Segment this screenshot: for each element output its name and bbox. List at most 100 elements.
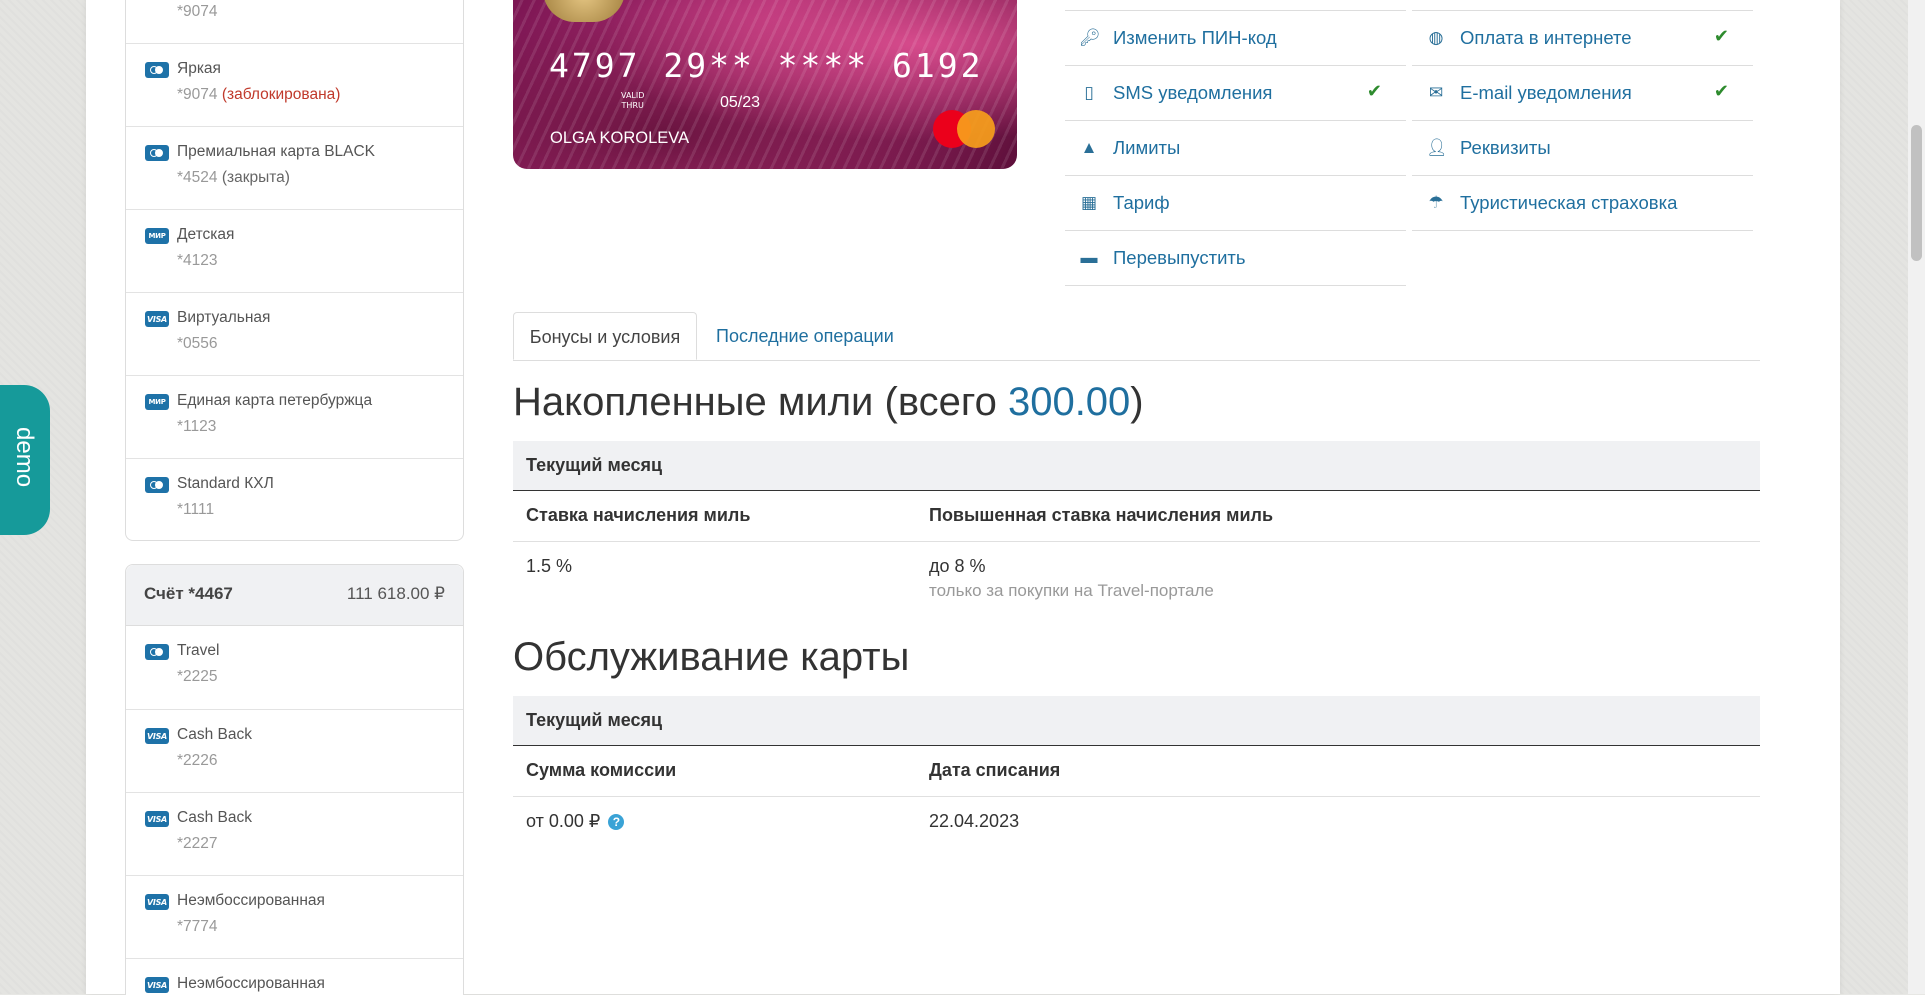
card-number: *4123 — [177, 252, 218, 269]
card-number: *0556 — [177, 335, 218, 352]
account-title: Счёт *4467 — [144, 584, 233, 603]
card-item[interactable]: Премиальная карта BLACK *4524 (закрыта) — [126, 126, 463, 209]
chip-icon — [543, 0, 625, 22]
user-icon: 👤︎ — [1426, 138, 1448, 157]
card-expiry: 05/23 — [720, 94, 761, 111]
mir-icon: МИР — [145, 394, 169, 410]
action-label: Туристическая страховка — [1460, 192, 1678, 213]
card-icon: ▬ — [1080, 248, 1098, 267]
status-badge: (заблокирована) — [221, 86, 341, 103]
miles-increased-rate: до 8 % — [929, 556, 986, 576]
column-header: Дата списания — [929, 760, 1061, 780]
action-label: Оплата в интернете — [1460, 27, 1632, 48]
charge-date: 22.04.2023 — [929, 811, 1020, 831]
card-item[interactable]: VISA Неэмбоссированная *7774 — [126, 875, 463, 958]
calculator-icon: ▦ — [1080, 193, 1098, 212]
card-number: *2226 — [177, 752, 218, 769]
card-name: Единая карта петербуржца — [177, 392, 373, 409]
globe-icon: ◍ — [1428, 28, 1444, 47]
action-sms-notifications[interactable]: ▯ SMS уведомления ✔ — [1065, 66, 1406, 121]
card-name: Cash Back — [177, 809, 252, 826]
card-item[interactable]: VISA Cash Back *2226 — [126, 709, 463, 792]
demo-tab[interactable]: demo — [0, 385, 50, 535]
scrollbar[interactable] — [1908, 0, 1925, 994]
mastercard-icon — [145, 62, 169, 78]
card-name: Детская — [177, 226, 235, 243]
action-label: E-mail уведомления — [1460, 82, 1632, 103]
card-name: Неэмбоссированная — [177, 975, 325, 992]
tab-bonuses[interactable]: Бонусы и условия — [513, 312, 697, 360]
card-name: Travel — [177, 642, 220, 659]
action-requisites[interactable]: 👤︎ Реквизиты — [1412, 121, 1753, 176]
card-item[interactable]: Standard КХЛ *1111 — [126, 458, 463, 541]
visa-icon: VISA — [145, 894, 169, 910]
column-header: Повышенная ставка начисления миль — [929, 505, 1274, 525]
check-icon: ✔ — [1366, 81, 1382, 101]
column-header: Сумма комиссии — [526, 760, 677, 780]
tabs: Бонусы и условия Последние операции — [513, 312, 1760, 361]
mastercard-icon — [145, 145, 169, 161]
card-name: Неэмбоссированная — [177, 892, 325, 909]
card-item[interactable]: МИР Детская *4123 — [126, 209, 463, 292]
table-row: Сумма комиссии Дата списания — [513, 746, 1760, 797]
action-label: Перевыпустить — [1113, 247, 1246, 268]
card-number: *2225 — [177, 668, 218, 685]
card-image: 4797 29** **** 6192 VALID THRU 05/23 OLG… — [513, 0, 1017, 169]
card-holder: OLGA KOROLEVA — [550, 129, 690, 147]
envelope-icon: ✉ — [1428, 83, 1444, 102]
service-table: Текущий месяц Сумма комиссии Дата списан… — [513, 696, 1760, 847]
miles-heading: Накопленные мили (всего 300.00) — [513, 380, 1144, 424]
account-header[interactable]: Счёт *4467 111 618.00 ₽ — [126, 565, 463, 626]
action-tariff[interactable]: ▦ Тариф — [1065, 176, 1406, 231]
card-name: Виртуальная — [177, 309, 271, 326]
miles-rate-note: только за покупки на Travel-портале — [929, 581, 1214, 600]
action-label: Тариф — [1113, 192, 1170, 213]
card-name: Премиальная карта BLACK — [177, 143, 376, 160]
card-number: *4524 (закрыта) — [177, 169, 290, 186]
visa-icon: VISA — [145, 311, 169, 327]
scrollbar-thumb[interactable] — [1911, 125, 1922, 261]
table-row: 1.5 % до 8 % только за покупки на Travel… — [513, 542, 1760, 606]
action-label: Изменить ПИН-код — [1113, 27, 1277, 48]
card-number: *7774 — [177, 918, 218, 935]
miles-total: 300.00 — [1007, 380, 1131, 424]
check-icon: ✔ — [1713, 26, 1729, 46]
action-label: SMS уведомления — [1113, 82, 1273, 103]
tab-recent-operations[interactable]: Последние операции — [716, 312, 894, 360]
card-number: *9074 — [177, 3, 218, 20]
mir-icon: МИР — [145, 228, 169, 244]
service-heading: Обслуживание карты — [513, 635, 910, 679]
action-travel-insurance[interactable]: ☂ Туристическая страховка — [1412, 176, 1753, 231]
miles-table: Текущий месяц Ставка начисления миль Пов… — [513, 441, 1760, 606]
key-icon: 🔑︎ — [1079, 28, 1101, 47]
umbrella-icon: ☂ — [1428, 193, 1444, 212]
action-online-payment[interactable]: ◍ Оплата в интернете ✔ — [1412, 11, 1753, 66]
card-item[interactable]: VISA Неэмбоссированная — [126, 958, 463, 995]
account-balance: 111 618.00 ₽ — [346, 584, 445, 603]
card-image-number: 4797 29** **** 6192 — [549, 46, 984, 85]
cards-list: *9074 Яркая *9074 (заблокирована) Премиа… — [125, 0, 464, 541]
commission-amount: от 0.00 ₽? — [526, 811, 625, 832]
action-label: Лимиты — [1113, 137, 1181, 158]
action-limits[interactable]: ▲ Лимиты — [1065, 121, 1406, 176]
table-row: Ставка начисления миль Повышенная ставка… — [513, 491, 1760, 542]
card-item[interactable]: *9074 — [126, 0, 463, 43]
card-item[interactable]: Travel *2225 — [126, 626, 463, 709]
card-item[interactable]: МИР Единая карта петербуржца *1123 — [126, 375, 463, 458]
mastercard-logo — [933, 110, 995, 148]
card-item[interactable]: VISA Cash Back *2227 — [126, 792, 463, 875]
table-header: Текущий месяц — [513, 696, 1760, 746]
card-item[interactable]: Яркая *9074 (заблокирована) — [126, 43, 463, 126]
action-change-pin[interactable]: 🔑︎ Изменить ПИН-код — [1065, 11, 1406, 66]
help-icon[interactable]: ? — [608, 814, 625, 830]
card-item[interactable]: VISA Виртуальная *0556 — [126, 292, 463, 375]
warning-icon: ▲ — [1080, 138, 1098, 157]
action-reissue[interactable]: ▬ Перевыпустить — [1065, 231, 1406, 286]
table-row: от 0.00 ₽? 22.04.2023 — [513, 797, 1760, 847]
valid-thru-label: VALID THRU — [621, 91, 645, 110]
action-email-notifications[interactable]: ✉ E-mail уведомления ✔ — [1412, 66, 1753, 121]
card-number: *1111 — [177, 501, 215, 518]
miles-rate: 1.5 % — [526, 556, 573, 576]
card-name: Standard КХЛ — [177, 475, 274, 492]
account-cards-list: Счёт *4467 111 618.00 ₽ Travel *2225 VIS… — [125, 564, 464, 995]
